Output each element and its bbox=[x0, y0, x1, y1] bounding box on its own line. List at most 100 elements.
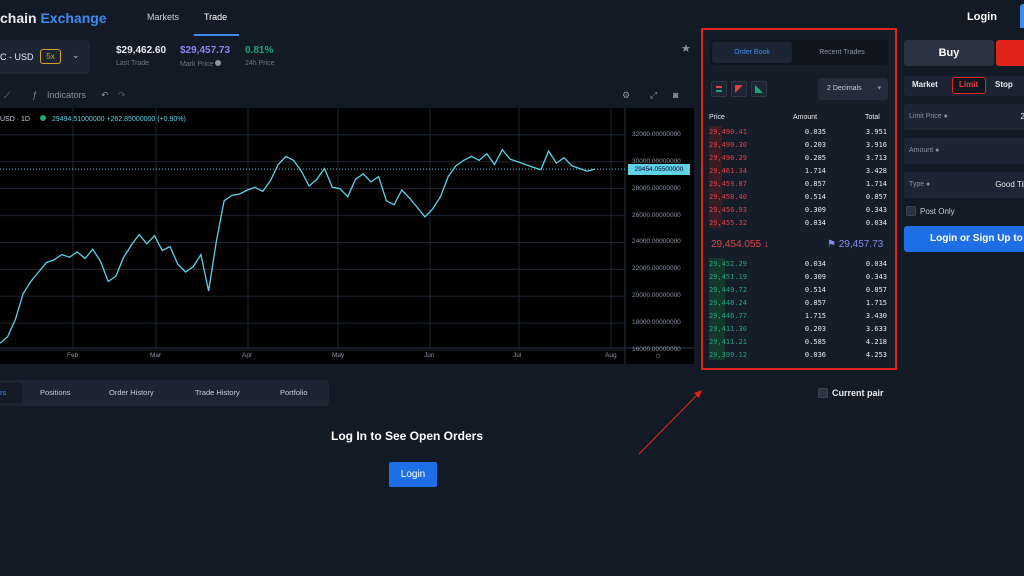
bid-row[interactable]: 29,452.29 0.034 0.034 bbox=[709, 258, 889, 270]
nav-trade[interactable]: Trade bbox=[204, 12, 227, 22]
price-chart[interactable] bbox=[0, 108, 694, 364]
tab-order-history[interactable]: Order History bbox=[109, 388, 154, 397]
login-message: Log In to See Open Orders bbox=[331, 429, 484, 443]
logo-exchange: Exchange bbox=[40, 10, 107, 26]
limit-price-field[interactable]: Limit Price ● 2 bbox=[904, 104, 1024, 130]
mid-price: 29,454.055 ↓ bbox=[711, 239, 769, 250]
bid-price: 29,446.77 bbox=[709, 312, 747, 320]
bid-row[interactable]: 29,451.19 0.309 0.343 bbox=[709, 271, 889, 283]
ask-row[interactable]: 29,490.30 0.203 3.916 bbox=[709, 139, 889, 151]
ask-total: 0.343 bbox=[865, 206, 887, 214]
bid-amount: 0.857 bbox=[804, 299, 826, 307]
sell-button[interactable] bbox=[996, 40, 1024, 66]
amount-field[interactable]: Amount ● bbox=[904, 138, 1024, 164]
bid-amount: 0.585 bbox=[804, 338, 826, 346]
bid-row[interactable]: 29,446.77 1.715 3.430 bbox=[709, 310, 889, 322]
tab-orders[interactable]: rs bbox=[0, 388, 6, 397]
ask-total: 1.714 bbox=[865, 180, 887, 188]
ask-total: 3.713 bbox=[865, 154, 887, 162]
redo-icon[interactable]: ↷ bbox=[118, 90, 126, 101]
tab-recent-trades[interactable]: Recent Trades bbox=[802, 42, 882, 63]
bid-price: 29,448.24 bbox=[709, 299, 747, 307]
asks-icon bbox=[735, 85, 743, 93]
view-bids-button[interactable] bbox=[751, 81, 767, 97]
bid-row[interactable]: 29,411.30 0.203 3.633 bbox=[709, 323, 889, 335]
header-total: Total bbox=[865, 114, 880, 121]
settings-icon[interactable]: ⚙ bbox=[622, 90, 630, 101]
order-form: Buy Market Limit Stop Limit Price ● 2 Amo… bbox=[897, 28, 1024, 576]
y-tick-label: 24000.00000000 bbox=[632, 238, 681, 246]
bid-price: 29,399.12 bbox=[709, 351, 747, 359]
ask-row[interactable]: 29,458.40 0.514 0.857 bbox=[709, 191, 889, 203]
bid-amount: 0.309 bbox=[804, 273, 826, 281]
nav-active-indicator bbox=[194, 34, 239, 36]
star-icon[interactable]: ★ bbox=[681, 42, 691, 55]
y-tick-label: 20000.00000000 bbox=[632, 292, 681, 300]
bid-total: 0.343 bbox=[865, 273, 887, 281]
bid-price: 29,449.72 bbox=[709, 286, 747, 294]
login-signup-button[interactable]: Login or Sign Up to bbox=[904, 226, 1024, 252]
bid-total: 1.715 bbox=[865, 299, 887, 307]
post-only-checkbox[interactable] bbox=[906, 206, 916, 216]
tab-limit[interactable]: Limit bbox=[959, 80, 978, 89]
decimals-select[interactable]: 2 Decimals ▾ bbox=[818, 78, 888, 100]
bid-amount: 0.036 bbox=[804, 351, 826, 359]
chevron-down-icon: ⌄ bbox=[72, 50, 80, 60]
bid-row[interactable]: 29,399.12 0.036 4.253 bbox=[709, 349, 889, 361]
ask-price: 29,458.40 bbox=[709, 193, 747, 201]
header-price: Price bbox=[709, 114, 725, 121]
ask-price: 29,490.30 bbox=[709, 141, 747, 149]
ask-row[interactable]: 29,490.29 0.285 3.713 bbox=[709, 152, 889, 164]
pair-selector[interactable]: C - USD 5x ⌄ bbox=[0, 40, 90, 74]
view-both-button[interactable] bbox=[711, 81, 727, 97]
current-pair-checkbox[interactable] bbox=[818, 388, 828, 398]
ask-total: 3.951 bbox=[865, 128, 887, 136]
ask-amount: 0.857 bbox=[804, 180, 826, 188]
ask-amount: 0.203 bbox=[804, 141, 826, 149]
ask-row[interactable]: 29,459.87 0.857 1.714 bbox=[709, 178, 889, 190]
ask-price: 29,461.34 bbox=[709, 167, 747, 175]
current-pair-label: Current pair bbox=[832, 388, 884, 398]
indicators-icon[interactable]: ƒ bbox=[32, 90, 37, 100]
logo-prefix: chain bbox=[0, 10, 37, 26]
tab-portfolio[interactable]: Portfolio bbox=[280, 388, 308, 397]
nav-markets[interactable]: Markets bbox=[147, 12, 179, 22]
chart-settings-icon[interactable]: ☼ bbox=[654, 350, 662, 360]
x-tick-label: Apr bbox=[242, 352, 253, 359]
ask-total: 3.428 bbox=[865, 167, 887, 175]
ask-price: 29,455.32 bbox=[709, 219, 747, 227]
chart-svg[interactable] bbox=[0, 108, 694, 364]
undo-icon[interactable]: ↶ bbox=[101, 90, 109, 101]
ask-row[interactable]: 29,461.34 1.714 3.428 bbox=[709, 165, 889, 177]
y-tick-label: 22000.00000000 bbox=[632, 265, 681, 273]
logo[interactable]: chain Exchange bbox=[0, 10, 107, 26]
indicators-button[interactable]: Indicators bbox=[47, 90, 86, 100]
line-style-icon[interactable]: ⟋ bbox=[4, 90, 10, 101]
tab-market[interactable]: Market bbox=[912, 80, 938, 89]
bid-row[interactable]: 29,448.24 0.857 1.715 bbox=[709, 297, 889, 309]
bid-total: 4.218 bbox=[865, 338, 887, 346]
ask-row[interactable]: 29,456.93 0.309 0.343 bbox=[709, 204, 889, 216]
bid-row[interactable]: 29,411.21 0.585 4.218 bbox=[709, 336, 889, 348]
tab-order-book[interactable]: Order Book bbox=[712, 42, 792, 63]
tab-trade-history[interactable]: Trade History bbox=[195, 388, 240, 397]
bid-total: 3.633 bbox=[865, 325, 887, 333]
login-button[interactable]: Login bbox=[389, 462, 437, 487]
time-in-force-select[interactable]: Type ● Good Til bbox=[904, 172, 1024, 198]
camera-icon[interactable]: ◙ bbox=[673, 90, 678, 100]
header-login-link[interactable]: Login bbox=[967, 11, 997, 23]
y-tick-label: 32000.00000000 bbox=[632, 130, 681, 138]
tab-stop[interactable]: Stop bbox=[995, 80, 1013, 89]
x-tick-label: May bbox=[332, 352, 345, 359]
fullscreen-icon[interactable]: ⤢ bbox=[650, 90, 657, 101]
tab-positions[interactable]: Positions bbox=[40, 388, 70, 397]
bid-total: 0.857 bbox=[865, 286, 887, 294]
last-trade-value: $29,462.60 bbox=[116, 45, 167, 56]
bid-row[interactable]: 29,449.72 0.514 0.857 bbox=[709, 284, 889, 296]
ask-row[interactable]: 29,490.41 0.035 3.951 bbox=[709, 126, 889, 138]
bid-amount: 0.203 bbox=[804, 325, 826, 333]
buy-button[interactable]: Buy bbox=[904, 40, 994, 66]
view-asks-button[interactable] bbox=[731, 81, 747, 97]
ask-row[interactable]: 29,455.32 0.034 0.034 bbox=[709, 217, 889, 229]
ask-price: 29,456.93 bbox=[709, 206, 747, 214]
